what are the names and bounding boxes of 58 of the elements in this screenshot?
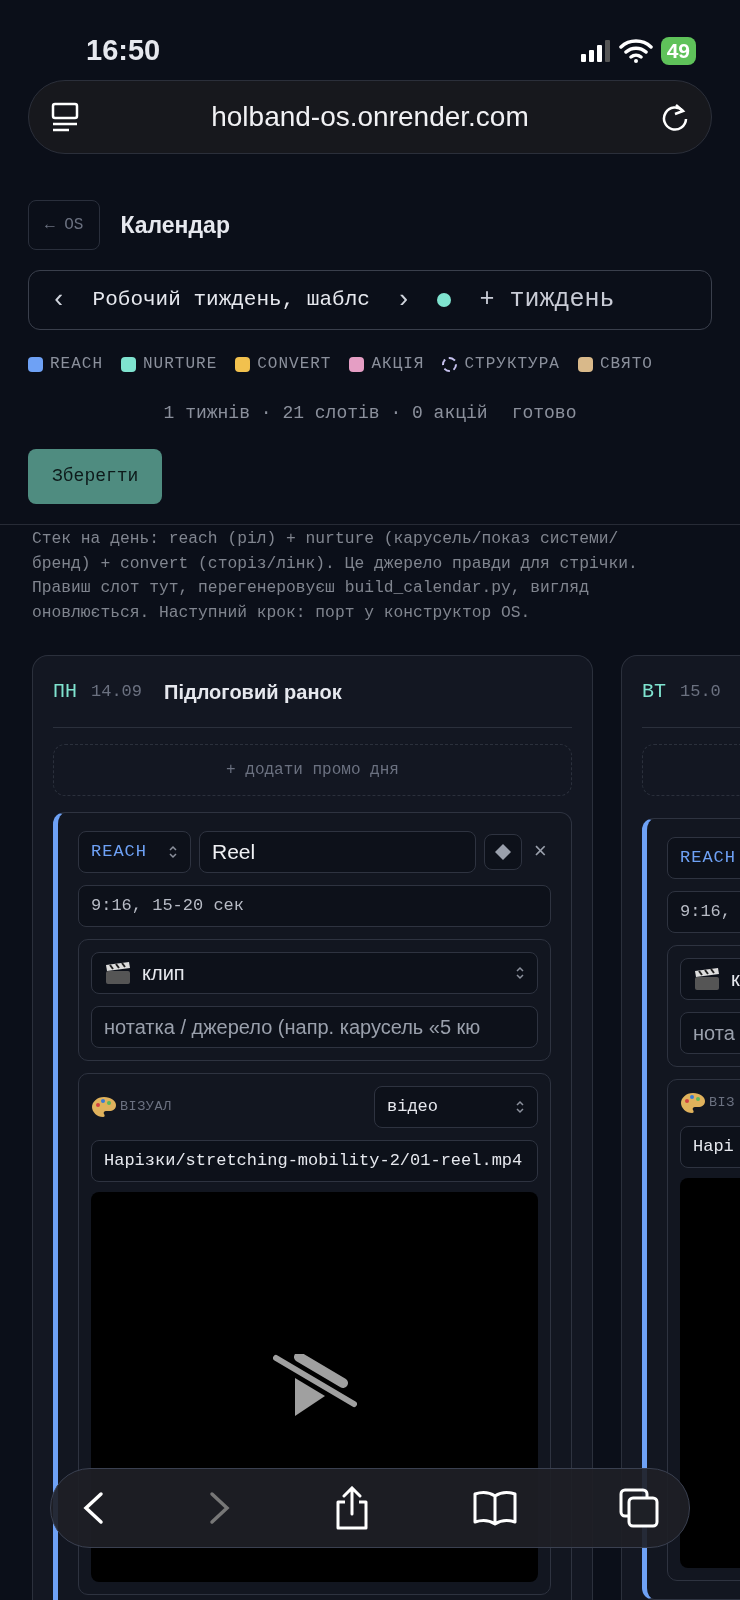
day-date: 15.0 — [680, 680, 721, 703]
select-arrows-icon — [515, 1099, 525, 1115]
signal-icon — [580, 40, 611, 62]
palette-icon — [680, 1092, 705, 1114]
previous-week-button[interactable]: ‹ — [47, 280, 71, 320]
type-select[interactable]: REACH — [667, 837, 740, 879]
back-icon[interactable] — [81, 1491, 105, 1525]
path-field[interactable]: Нарізки/stretching-mobility-2/01-reel.mp4 — [91, 1140, 538, 1182]
legend-label: REACH — [50, 354, 103, 375]
note-field[interactable]: нотатка / джерело (напр. карусель «5 кю — [91, 1006, 538, 1048]
legend-label: CONVERT — [257, 354, 332, 375]
legend-label: АКЦІЯ — [371, 354, 425, 375]
spec-field[interactable]: 9:16, 15-20 сек — [78, 885, 551, 927]
clock: 16:50 — [86, 33, 161, 69]
back-button[interactable]: ← OS — [28, 200, 101, 250]
day-name: ВТ — [642, 678, 666, 705]
diamond-icon — [494, 844, 511, 860]
clip-select[interactable]: к — [680, 958, 740, 1000]
battery-level: 49 — [660, 37, 696, 65]
day-name: ПН — [53, 678, 77, 705]
next-week-button[interactable]: › — [391, 280, 416, 320]
type-select[interactable]: REACH — [78, 831, 191, 873]
clapperboard-icon — [104, 961, 132, 985]
share-icon[interactable] — [334, 1486, 370, 1530]
wifi-icon — [618, 39, 653, 63]
page-title: Календар — [120, 210, 230, 240]
diamond-button[interactable] — [483, 834, 522, 870]
add-week-button[interactable]: + тиждень — [473, 280, 621, 320]
page-menu-icon[interactable] — [51, 102, 79, 132]
palette-icon — [91, 1096, 116, 1118]
clapperboard-icon — [693, 967, 721, 991]
select-arrows-icon — [168, 844, 178, 860]
format-field[interactable]: Reel — [199, 831, 476, 873]
book-icon[interactable] — [472, 1490, 517, 1526]
save-button[interactable]: Зберегти — [28, 449, 163, 504]
day-title: Підлоговий ранок — [164, 679, 342, 705]
status-dot — [437, 293, 452, 307]
forward-icon[interactable] — [207, 1491, 232, 1525]
select-arrows-icon — [515, 965, 525, 981]
note-field[interactable]: нота — [680, 1012, 740, 1054]
week-title: Робочий тиждень, шаблс — [92, 287, 370, 314]
clip-select[interactable]: клип — [91, 952, 538, 994]
day-date: 14.09 — [91, 680, 143, 703]
path-field[interactable]: Нарі — [680, 1126, 740, 1168]
close-button[interactable]: × — [529, 835, 551, 869]
legend-label: СВЯТО — [599, 354, 653, 375]
legend-label: NURTURE — [143, 354, 218, 375]
reload-icon[interactable] — [661, 102, 689, 132]
tabs-icon[interactable] — [619, 1488, 659, 1528]
visual-label: ВІЗ — [709, 1093, 735, 1112]
status-text: готово — [511, 402, 577, 425]
legend-label: СТРУКТУРА — [464, 354, 560, 375]
spec-field[interactable]: 9:16, — [667, 891, 740, 933]
stats-text: 1 тижнів · 21 слотів · 0 акцій — [163, 402, 488, 425]
description-text: Стек на день: reach (ріл) + nurture (карусель/показ системи/ бренд) + convert (сторіз/лінк). Це джерело правди для стрічки. Правиш слот тут, перегенеровуєш build_calendar.py, вигляд оновлюється. Наступний крок: порт у конструктор OS. — [31, 528, 639, 624]
visual-label: ВІЗУАЛ — [120, 1097, 172, 1116]
visual-type-select[interactable]: відео — [374, 1086, 538, 1128]
add-promo-button[interactable]: + додати промо дня — [53, 744, 572, 796]
